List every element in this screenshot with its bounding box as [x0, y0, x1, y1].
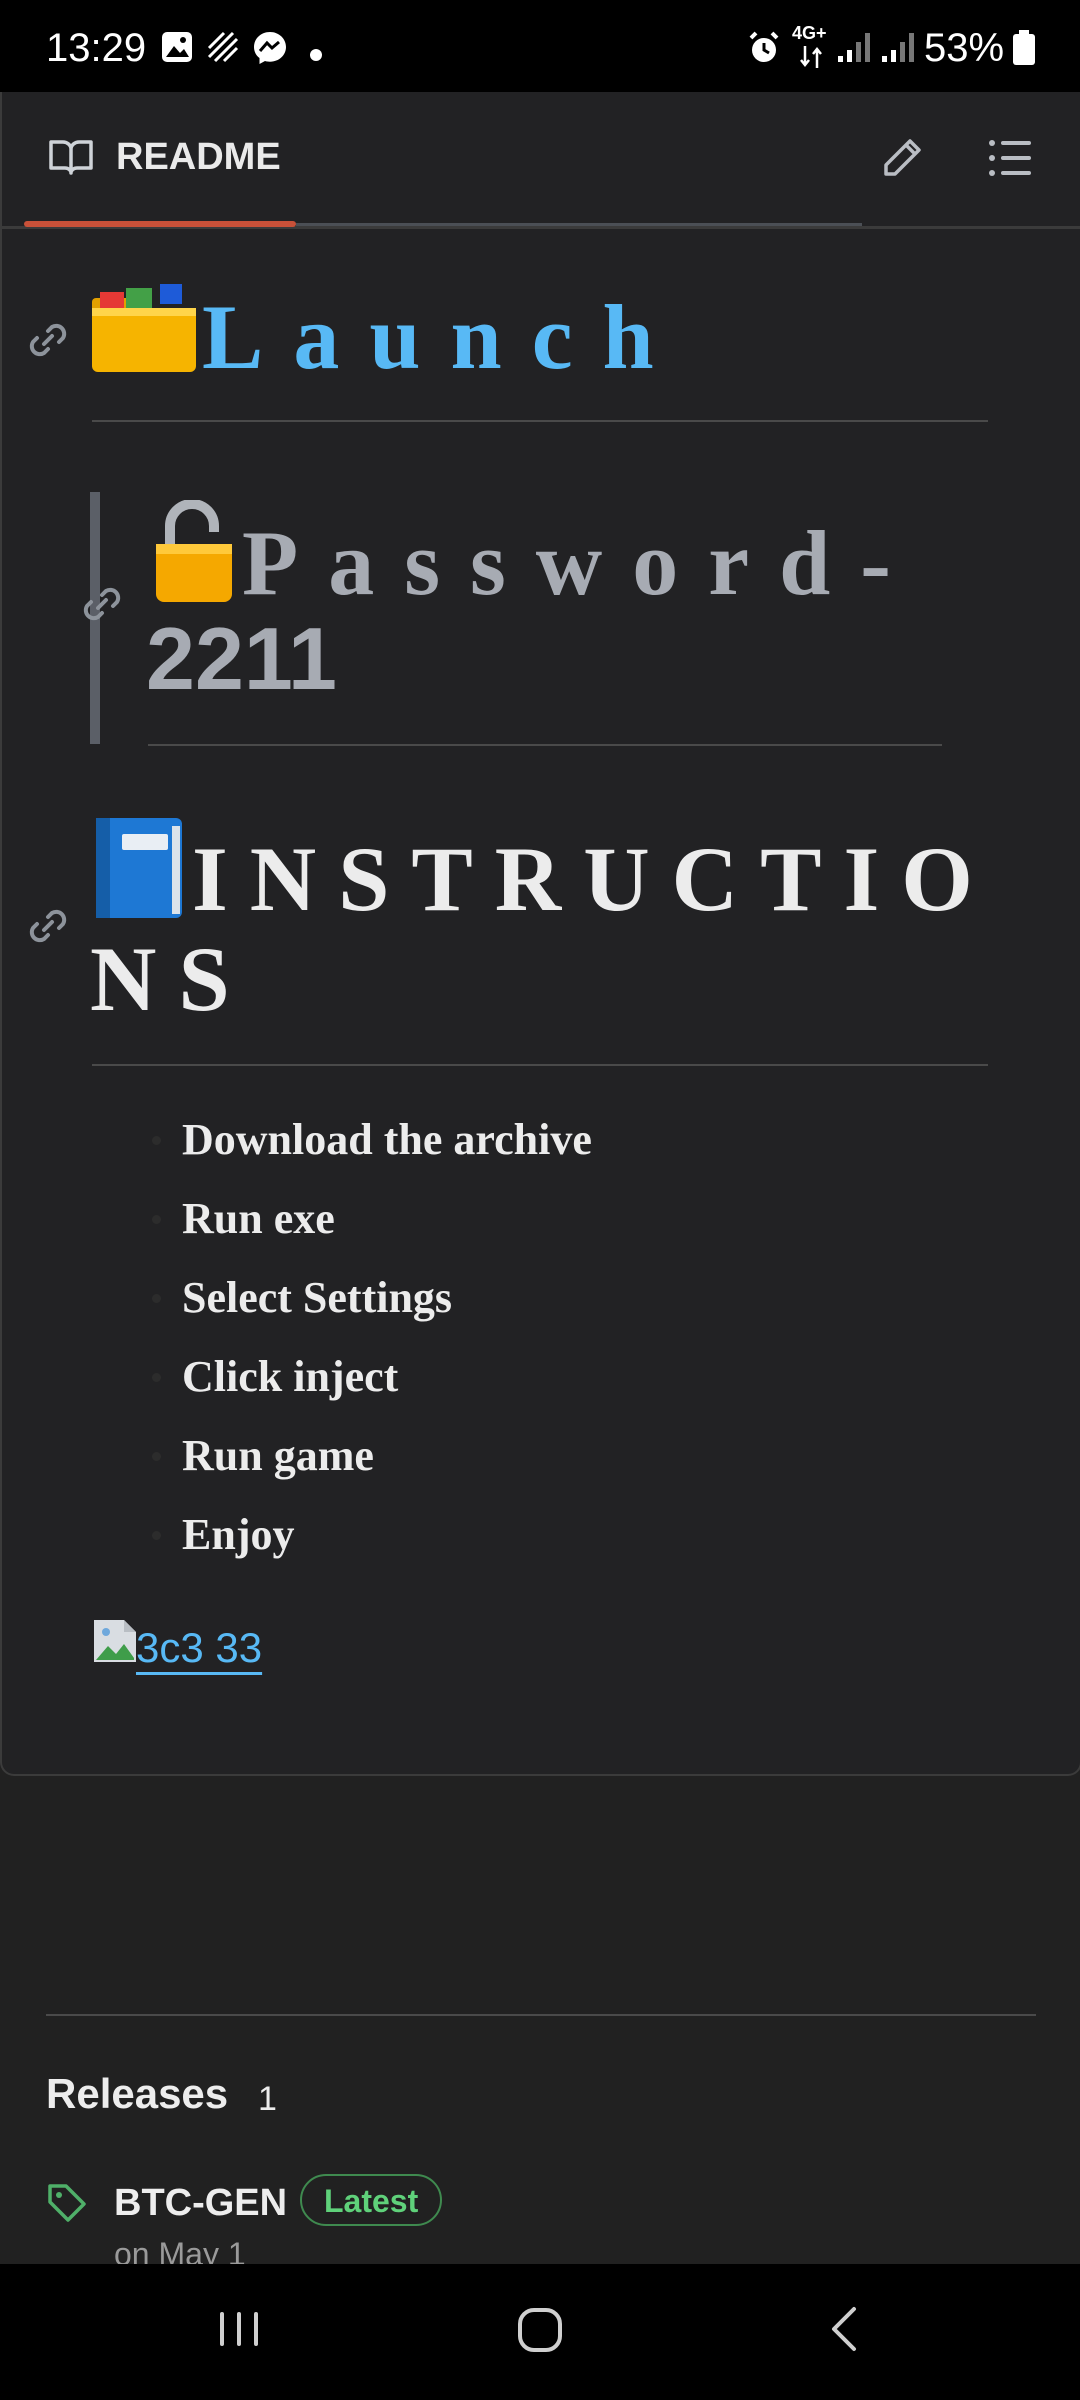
- signal-icon: [836, 30, 874, 69]
- list-item: Enjoy: [152, 1495, 592, 1574]
- tag-icon: [46, 2182, 88, 2229]
- gallery-icon: [160, 30, 194, 69]
- heading-launch: Launch: [90, 280, 684, 390]
- status-bar: 13:29 4G+ 53%: [0, 0, 1080, 92]
- release-name[interactable]: BTC-GEN: [114, 2182, 287, 2225]
- divider: [148, 744, 942, 746]
- password-heading: Password-: [148, 499, 921, 616]
- dot-icon: [310, 48, 322, 66]
- readme-title: README: [116, 136, 281, 178]
- list-icon[interactable]: [988, 138, 1032, 183]
- battery-percent: 53%: [924, 26, 1005, 70]
- folder-icon: [92, 284, 196, 372]
- divider: [46, 2014, 1036, 2016]
- instructions-line1: INSTRUCTIO: [192, 828, 995, 930]
- signal-icon: [880, 30, 918, 69]
- network-type: 4G+: [792, 23, 827, 43]
- sim-icon: [206, 30, 240, 69]
- broken-image-icon: [92, 1618, 138, 1669]
- list-item: Download the archive: [152, 1100, 592, 1179]
- tab-underline: [24, 221, 296, 227]
- unlock-icon: [156, 499, 232, 602]
- divider: [92, 1064, 988, 1066]
- instructions-heading: INSTRUCTIO: [90, 816, 995, 932]
- instructions-line2: NS: [90, 928, 252, 1030]
- messenger-icon: [252, 30, 288, 71]
- battery-icon: [1012, 30, 1036, 71]
- readme-header: README: [2, 92, 1080, 229]
- list-item: Run exe: [152, 1179, 592, 1258]
- list-item: Select Settings: [152, 1258, 592, 1337]
- instructions-list: Download the archive Run exe Select Sett…: [152, 1100, 592, 1574]
- blue-book-icon: [96, 818, 182, 918]
- list-item: Click inject: [152, 1337, 592, 1416]
- clock: 13:29: [46, 26, 147, 70]
- back-button[interactable]: [820, 2304, 870, 2359]
- link-icon[interactable]: [26, 904, 70, 953]
- image-alt-text[interactable]: 3c3 33: [136, 1624, 262, 1672]
- heading-launch-text: Launch: [202, 286, 684, 388]
- list-item: Run game: [152, 1416, 592, 1495]
- alarm-icon: [746, 30, 782, 71]
- link-icon[interactable]: [26, 318, 70, 367]
- latest-badge: Latest: [300, 2174, 443, 2226]
- navigation-bar: [0, 2264, 1080, 2400]
- releases-title[interactable]: Releases: [46, 2070, 228, 2118]
- recent-apps-button[interactable]: [214, 2304, 264, 2359]
- pencil-icon[interactable]: [880, 136, 924, 185]
- home-button[interactable]: [514, 2304, 566, 2361]
- divider: [92, 420, 988, 422]
- link-icon[interactable]: [80, 582, 124, 631]
- scroll-indicator: [296, 223, 862, 226]
- data-arrows-icon: [798, 44, 824, 75]
- password-line1: Password-: [242, 512, 921, 614]
- book-icon: [48, 138, 94, 181]
- releases-count: 1: [258, 2080, 277, 2118]
- password-line2: 2211: [146, 609, 337, 708]
